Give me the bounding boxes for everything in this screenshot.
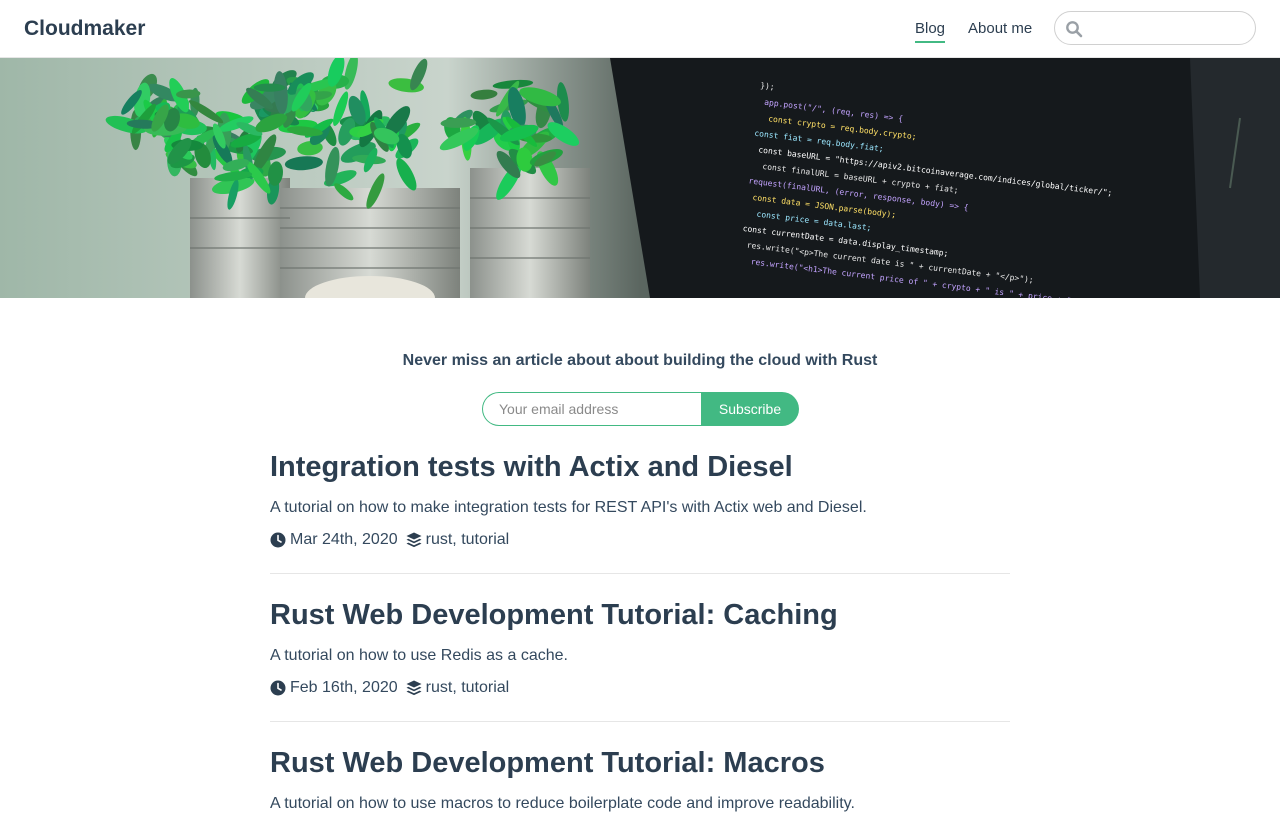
clock-icon — [270, 532, 286, 548]
post-description: A tutorial on how to use macros to reduc… — [270, 795, 855, 812]
subscribe-button[interactable]: Subscribe — [701, 392, 799, 426]
post-tags[interactable]: rust, tutorial — [426, 678, 510, 698]
post-item: Integration tests with Actix and Diesel … — [270, 450, 1010, 550]
hero-banner-image: }); app.post("/", (req, res) => {const c… — [0, 58, 1280, 298]
clock-icon — [270, 680, 286, 696]
nav-link-about[interactable]: About me — [968, 20, 1032, 41]
newsletter-heading: Never miss an article about about buildi… — [402, 352, 878, 369]
hero-illustration: }); app.post("/", (req, res) => {const c… — [0, 58, 1280, 298]
post-description: A tutorial on how to use Redis as a cach… — [270, 647, 568, 664]
nav-link-blog[interactable]: Blog — [915, 20, 946, 43]
post-title-link[interactable]: Rust Web Development Tutorial: Macros — [270, 746, 1010, 780]
search-box[interactable] — [1054, 11, 1256, 45]
post-item: Rust Web Development Tutorial: Caching A… — [270, 598, 1010, 698]
laptop-screen: }); app.post("/", (req, res) => {const c… — [610, 58, 1280, 298]
search-input[interactable] — [1089, 18, 1247, 38]
post-item: Rust Web Development Tutorial: Macros A … — [270, 746, 1010, 814]
hero-code-line: }); — [760, 81, 775, 92]
post-description: A tutorial on how to make integration te… — [270, 499, 867, 516]
layers-icon — [406, 680, 422, 696]
post-title-link[interactable]: Rust Web Development Tutorial: Caching — [270, 598, 1010, 632]
site-brand[interactable]: Cloudmaker — [24, 17, 145, 41]
post-title-link[interactable]: Integration tests with Actix and Diesel — [270, 450, 1010, 484]
post-divider — [270, 721, 1010, 722]
post-date: Feb 16th, 2020 — [290, 679, 398, 696]
succulent-leaf — [253, 83, 286, 92]
post-meta: Mar 24th, 2020 rust, tutorial — [270, 530, 1010, 550]
post-tags[interactable]: rust, tutorial — [426, 530, 510, 550]
post-meta: Feb 16th, 2020 rust, tutorial — [270, 678, 1010, 698]
email-field[interactable] — [482, 392, 702, 426]
post-date: Mar 24th, 2020 — [290, 531, 398, 548]
search-icon — [1066, 21, 1083, 38]
layers-icon — [406, 532, 422, 548]
post-divider — [270, 573, 1010, 574]
top-navbar: Cloudmaker Blog About me — [0, 0, 1280, 58]
